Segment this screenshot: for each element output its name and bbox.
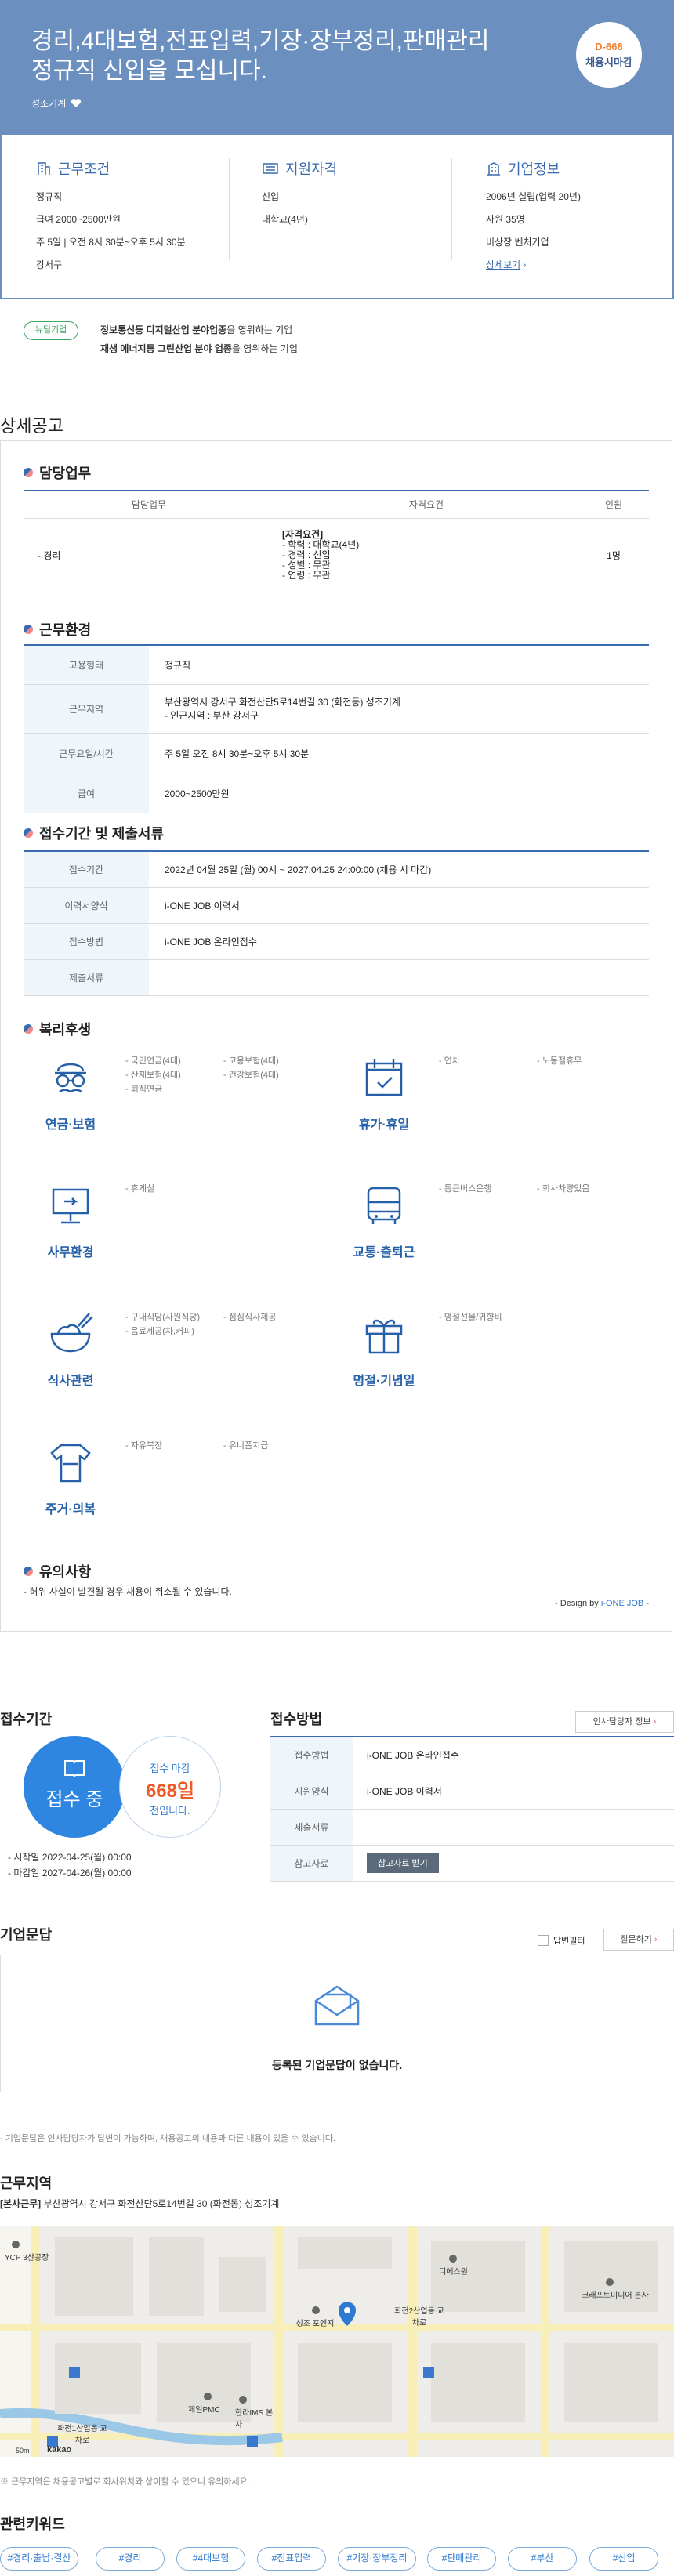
map-label: YCP 3산공장 <box>5 2254 49 2263</box>
table-row: - 경리 [자격요건] - 학력 : 대학교(4년) - 경력 : 신입 - 성… <box>24 518 649 592</box>
map-label: 한라IMS 본사 <box>235 2409 274 2429</box>
status-circle: 접수 중 <box>24 1736 125 1838</box>
keyword-tag[interactable]: #신입 <box>589 2547 658 2571</box>
answer-filter[interactable]: 답변필터 <box>538 1934 585 1947</box>
work-conditions: 근무조건 정규직 급여 2000~2500만원 주 5일 | 오전 8시 30분… <box>36 161 186 270</box>
answer-filter-checkbox[interactable] <box>538 1935 549 1946</box>
glasses-mustache-icon <box>55 1063 86 1093</box>
company-name[interactable]: 성조기계 <box>31 96 66 110</box>
bullet-icon <box>24 828 33 838</box>
location-note: ※ 근무지역은 채용공고별로 회사위치와 상이할 수 있으니 유의하세요. <box>0 2477 250 2487</box>
method-title: 접수방법 <box>270 1712 323 1727</box>
detail-title: 상세공고 <box>0 416 63 436</box>
monitor-icon <box>52 1188 89 1224</box>
office-icon <box>487 162 500 176</box>
bus-icon <box>367 1187 401 1224</box>
heart-icon[interactable] <box>71 98 82 108</box>
summary-box: 근무조건 정규직 급여 2000~2500만원 주 5일 | 오전 8시 30분… <box>0 135 674 299</box>
location-address: [본사근무] 부산광역시 강서구 화전산단5로14번길 30 (화전동) 성조기… <box>0 2198 280 2209</box>
welfare-transport: 교통·출퇴근 - 통근버스운행 - 회사차량있음 <box>337 1182 650 1268</box>
book-icon <box>64 1760 85 1777</box>
env-heading: 근무환경 <box>24 619 91 639</box>
design-credit: - Design by i-ONE JOB - <box>555 1599 649 1608</box>
caution-text: - 허위 사실이 발견될 경우 채용이 취소될 수 있습니다. <box>24 1586 232 1597</box>
qa-note: - 기업문답은 인사담당자가 답변이 가능하며, 채용공고의 내용과 다른 내용… <box>0 2134 335 2143</box>
map-label: 크래프트미디어 본사 <box>582 2292 649 2300</box>
chevron-right-icon: › <box>650 1717 657 1726</box>
dday-badge: D-668 채용시마감 <box>576 22 642 88</box>
company-name-row: 성조기계 <box>31 96 82 110</box>
remain-circle: 접수 마감 668일 전입니다. <box>119 1736 221 1838</box>
duty-heading: 담당업무 <box>24 462 91 483</box>
newdeal-badge: 뉴딜기업 <box>24 321 78 340</box>
keywords-title: 관련키워드 <box>0 2516 65 2532</box>
id-card-icon <box>263 163 278 174</box>
tag-line-1: 정보통신등 디지털산업 분야업종을 영위하는 기업 <box>100 324 293 335</box>
job-header: 경리,4대보험,전표입력,기장·장부정리,판매관리 정규직 신입을 모십니다. … <box>0 0 674 135</box>
map-label: 디에스원 <box>439 2268 468 2277</box>
chevron-right-icon: › <box>651 1935 658 1944</box>
ask-question-button[interactable]: 질문하기 › <box>603 1929 674 1951</box>
bullet-icon <box>24 1567 33 1576</box>
divider <box>229 158 230 260</box>
apply-heading: 접수기간 및 제출서류 <box>24 823 164 843</box>
company-detail-link[interactable]: 상세보기 <box>486 259 520 270</box>
qa-title: 기업문답 <box>0 1927 53 1943</box>
duty-table: 담당업무 자격요건 인원 - 경리 [자격요건] - 학력 : 대학교(4년) … <box>24 490 649 592</box>
map-label: 화전1산업동 교차로 <box>57 2425 107 2445</box>
map-label: 성조 포엔지 <box>295 2320 335 2328</box>
chevron-right-icon: › <box>520 259 527 270</box>
gift-icon <box>365 1319 403 1354</box>
bullet-icon <box>24 468 33 477</box>
start-date: - 시작일 2022-04-25(월) 00:00 <box>8 1852 132 1863</box>
rice-bowl-icon <box>50 1313 93 1353</box>
env-table: 고용형태 정규직 근무지역 부산광역시 강서구 화전산단5로14번길 30 (화전동… <box>24 644 649 813</box>
end-date: - 마감일 2027-04-26(월) 00:00 <box>8 1868 132 1879</box>
location-map[interactable]: YCP 3산공장 디에스원 크래프트미디어 본사 성조 포엔지 화전2산업동 교… <box>0 2226 674 2457</box>
kakao-logo: kakao <box>47 2445 72 2455</box>
keyword-tag[interactable]: #4대보험 <box>176 2547 245 2571</box>
qa-empty: 등록된 기업문답이 없습니다. <box>271 2059 403 2071</box>
download-reference-button[interactable]: 참고자료 받기 <box>367 1853 439 1873</box>
apply-table: 접수기간 2022년 04월 25일 (월) 00시 ~ 2027.04.25 2… <box>24 850 649 996</box>
keyword-tag[interactable]: #판매관리 <box>427 2547 496 2571</box>
location-title: 근무지역 <box>0 2176 53 2191</box>
welfare-clothing: 주거·의복 - 자유복장 - 유니폼지급 <box>24 1439 337 1525</box>
keyword-tag[interactable]: #경리·출납·결산 <box>0 2547 78 2571</box>
method-table: 접수방법 i-ONE JOB 온라인접수 지원양식 i-ONE JOB 이력서 제출… <box>270 1736 674 1882</box>
map-label: 화전2산업동 교차로 <box>394 2307 444 2328</box>
keyword-tag[interactable]: #전표입력 <box>257 2547 326 2571</box>
keyword-tag[interactable]: #경리 <box>96 2547 165 2571</box>
calendar-check-icon <box>365 1059 403 1096</box>
company-info: 기업정보 2006년 설립(업력 20년) 사원 35명 비상장 벤처기업 상세… <box>486 161 581 270</box>
map-scale: 50m <box>16 2447 30 2455</box>
welfare-meal: 식사관련 - 구내식당(사원식당) - 점심식사제공 - 음료제공(차,커피) <box>24 1310 337 1397</box>
welfare-pension: 연금·보험 - 국민연금(4대) - 고용보험(4대) - 산재보험(4대) -… <box>24 1054 337 1140</box>
hr-contact-button[interactable]: 인사담당자 정보 › <box>575 1711 674 1733</box>
welfare-office: 사무환경 - 휴게실 <box>24 1182 337 1268</box>
bullet-icon <box>24 1024 33 1034</box>
period-title: 접수기간 <box>0 1712 53 1727</box>
shirt-icon <box>50 1444 91 1483</box>
tag-line-2: 재생 에너지등 그린산업 분야 업종을 영위하는 기업 <box>100 343 298 354</box>
map-label: 제일PMC <box>188 2406 220 2415</box>
envelope-icon <box>314 1985 360 2026</box>
keyword-tag[interactable]: #부산 <box>508 2547 577 2571</box>
job-title: 경리,4대보험,전표입력,기장·장부정리,판매관리 정규직 신입을 모십니다. <box>31 28 490 84</box>
welfare-holiday: 휴가·휴일 - 연차 - 노동절휴무 <box>337 1054 650 1140</box>
keyword-tag[interactable]: #기장·장부정리 <box>338 2547 416 2571</box>
welfare-heading: 복리후생 <box>24 1019 91 1039</box>
qa-box: 등록된 기업문답이 없습니다. <box>0 1955 672 2092</box>
divider <box>451 158 452 260</box>
qualifications: 지원자격 신입 대학교(4년) <box>262 161 338 225</box>
bullet-icon <box>24 625 33 634</box>
welfare-holiday-gift: 명절·기념일 - 명절선물/귀향비 <box>337 1310 650 1397</box>
building-icon <box>38 162 50 175</box>
caution-heading: 유의사항 <box>24 1561 91 1581</box>
